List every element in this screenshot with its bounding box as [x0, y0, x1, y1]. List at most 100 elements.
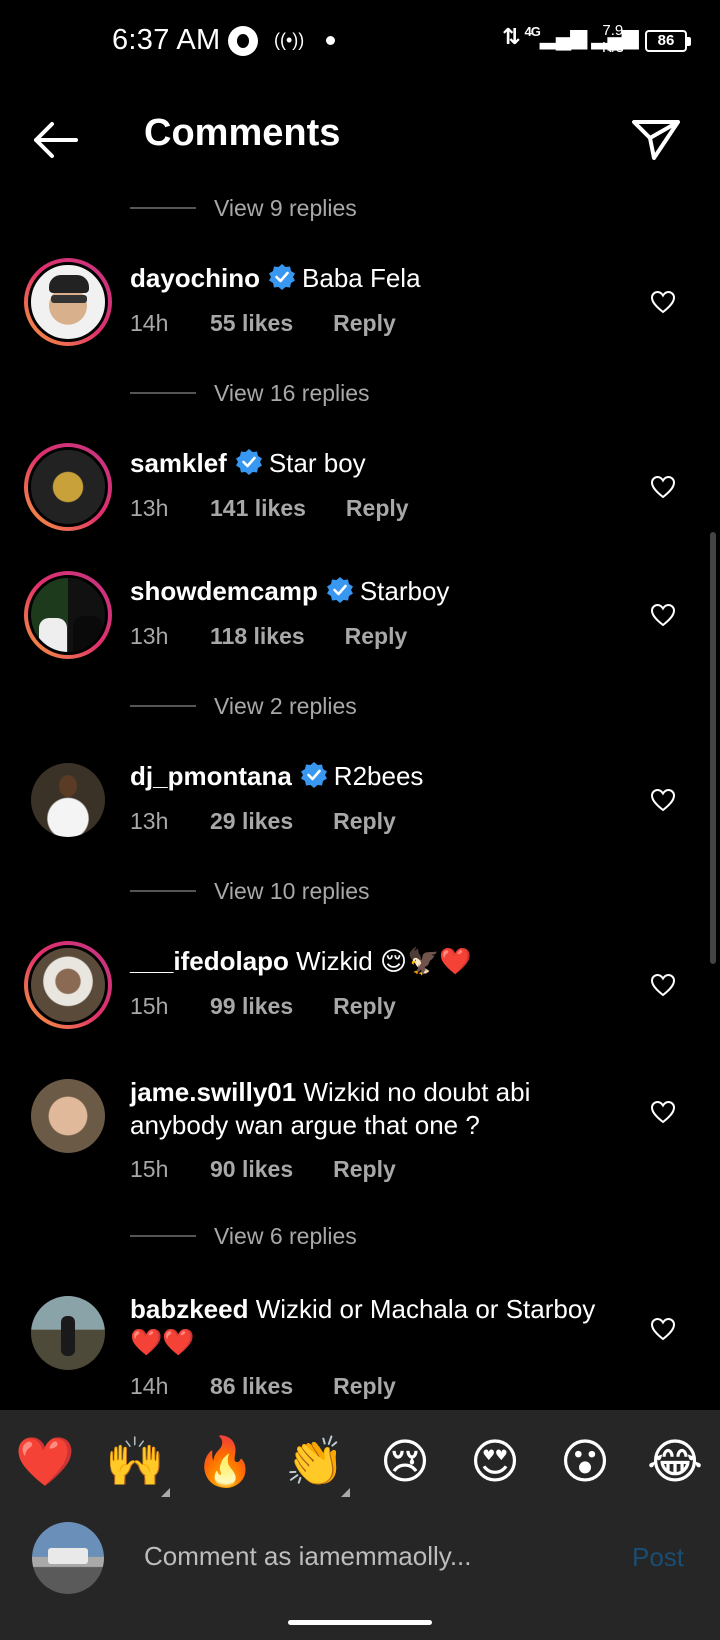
- likes-count[interactable]: 141 likes: [210, 495, 306, 522]
- avatar[interactable]: [24, 571, 112, 659]
- heart-icon[interactable]: [650, 973, 676, 997]
- view-replies-label: View 16 replies: [214, 379, 370, 406]
- likes-count[interactable]: 55 likes: [210, 310, 293, 337]
- avatar-image: [31, 1296, 105, 1370]
- emoji-crying-button[interactable]: 😢: [373, 1430, 437, 1494]
- view-replies-button[interactable]: View 10 replies: [130, 871, 370, 911]
- comment-input[interactable]: [144, 1534, 564, 1578]
- comment-username[interactable]: babzkeed: [130, 1294, 249, 1324]
- header: Comments: [0, 100, 720, 180]
- verified-badge-icon: [326, 577, 353, 603]
- comment-body: Wizkid 😌🦅❤️: [296, 946, 472, 976]
- comment-time: 13h: [130, 623, 169, 649]
- verified-badge-icon: [300, 762, 327, 788]
- view-replies-label: View 2 replies: [214, 692, 357, 719]
- comment-time: 13h: [130, 808, 169, 834]
- heart-icon[interactable]: [650, 788, 676, 812]
- verified-badge-icon: [235, 449, 262, 475]
- comment-username[interactable]: samklef: [130, 448, 227, 478]
- comment-username[interactable]: jame.swilly01: [130, 1077, 296, 1107]
- emoji-raised-hands-button[interactable]: 🙌: [103, 1430, 167, 1494]
- comment-item: dayochino Baba Fela 14h 55 likes Reply: [0, 258, 720, 358]
- heart-icon[interactable]: [650, 1100, 676, 1124]
- comment-time: 15h: [130, 993, 169, 1019]
- comment-text: babzkeed Wizkid or Machala or Starboy ❤️…: [130, 1293, 630, 1359]
- comment-item: showdemcamp Starboy 13h 118 likes Reply: [0, 571, 720, 671]
- likes-count[interactable]: 90 likes: [210, 1156, 293, 1183]
- post-button[interactable]: Post: [632, 1542, 684, 1573]
- battery-icon: 86: [645, 30, 691, 52]
- emoji-fire-button[interactable]: 🔥: [193, 1430, 257, 1494]
- view-replies-button[interactable]: View 6 replies: [130, 1216, 357, 1256]
- likes-count[interactable]: 99 likes: [210, 993, 293, 1020]
- avatar[interactable]: [24, 258, 112, 346]
- avatar[interactable]: [24, 941, 112, 1029]
- avatar[interactable]: [31, 1079, 105, 1153]
- comment-text: dayochino Baba Fela: [130, 262, 630, 295]
- view-replies-button[interactable]: View 9 replies: [130, 188, 357, 228]
- view-replies-button[interactable]: View 16 replies: [130, 373, 370, 413]
- reply-button[interactable]: Reply: [333, 808, 396, 835]
- comment-username[interactable]: ___ifedolapo: [130, 946, 289, 976]
- comment-meta: 13h 141 likes Reply: [130, 495, 409, 522]
- emoji-laughing-button[interactable]: 😂: [643, 1430, 707, 1494]
- network-speed: 7.9 K/s: [602, 22, 624, 56]
- emoji-clap-button[interactable]: 👏: [283, 1430, 347, 1494]
- status-time: 6:37 AM: [112, 24, 221, 56]
- heart-icon[interactable]: [650, 290, 676, 314]
- back-button[interactable]: [28, 118, 84, 162]
- heart-icon[interactable]: [650, 603, 676, 627]
- comment-item: jame.swilly01 Wizkid no doubt abi anybod…: [0, 1076, 720, 1186]
- likes-count[interactable]: 86 likes: [210, 1373, 293, 1400]
- verified-badge-icon: [269, 264, 296, 290]
- comment-username[interactable]: showdemcamp: [130, 576, 318, 606]
- avatar-image: [28, 447, 108, 527]
- comment-text: samklef Star boy: [130, 447, 630, 480]
- emoji-heart-button[interactable]: ❤️: [13, 1430, 77, 1494]
- heart-icon[interactable]: [650, 1317, 676, 1341]
- home-indicator[interactable]: [288, 1620, 432, 1625]
- comment-username[interactable]: dayochino: [130, 263, 260, 293]
- comment-meta: 14h 55 likes Reply: [130, 310, 396, 337]
- divider: [130, 890, 196, 892]
- comment-username[interactable]: dj_pmontana: [130, 761, 292, 791]
- comment-time: 15h: [130, 1156, 169, 1182]
- heart-icon[interactable]: [650, 475, 676, 499]
- view-replies-label: View 6 replies: [214, 1222, 357, 1249]
- emoji-heart-eyes-button[interactable]: 😍: [463, 1430, 527, 1494]
- comment-text: showdemcamp Starboy: [130, 575, 630, 608]
- view-replies-label: View 9 replies: [214, 194, 357, 221]
- scrollbar[interactable]: [710, 532, 716, 964]
- comment-item: ___ifedolapo Wizkid 😌🦅❤️ 15h 99 likes Re…: [0, 941, 720, 1041]
- avatar-image: [31, 1079, 105, 1153]
- likes-count[interactable]: 29 likes: [210, 808, 293, 835]
- view-replies-label: View 10 replies: [214, 877, 370, 904]
- comment-meta: 13h 118 likes Reply: [130, 623, 407, 650]
- comment-body: Starboy: [359, 576, 450, 606]
- page-title: Comments: [144, 112, 341, 154]
- divider: [130, 207, 196, 209]
- avatar-image: [28, 262, 108, 342]
- comment-time: 13h: [130, 495, 169, 521]
- divider: [130, 1235, 196, 1237]
- likes-count[interactable]: 118 likes: [210, 623, 305, 650]
- my-avatar: [32, 1522, 104, 1594]
- reply-button[interactable]: Reply: [333, 1373, 396, 1400]
- comment-item: dj_pmontana R2bees 13h 29 likes Reply: [0, 756, 720, 856]
- reply-button[interactable]: Reply: [333, 993, 396, 1020]
- notification-dot-icon: [326, 36, 335, 45]
- reply-button[interactable]: Reply: [333, 1156, 396, 1183]
- comment-item: samklef Star boy 13h 141 likes Reply: [0, 443, 720, 543]
- comment-time: 14h: [130, 310, 169, 336]
- avatar[interactable]: [31, 1296, 105, 1370]
- share-button[interactable]: [628, 112, 684, 168]
- view-replies-button[interactable]: View 2 replies: [130, 686, 357, 726]
- reply-button[interactable]: Reply: [346, 495, 409, 522]
- reply-button[interactable]: Reply: [333, 310, 396, 337]
- avatar[interactable]: [31, 763, 105, 837]
- avatar[interactable]: [24, 443, 112, 531]
- reply-button[interactable]: Reply: [345, 623, 408, 650]
- hotspot-icon: ((•)): [274, 30, 305, 50]
- emoji-surprised-button[interactable]: 😮: [553, 1430, 617, 1494]
- speed-unit: K/s: [602, 39, 624, 56]
